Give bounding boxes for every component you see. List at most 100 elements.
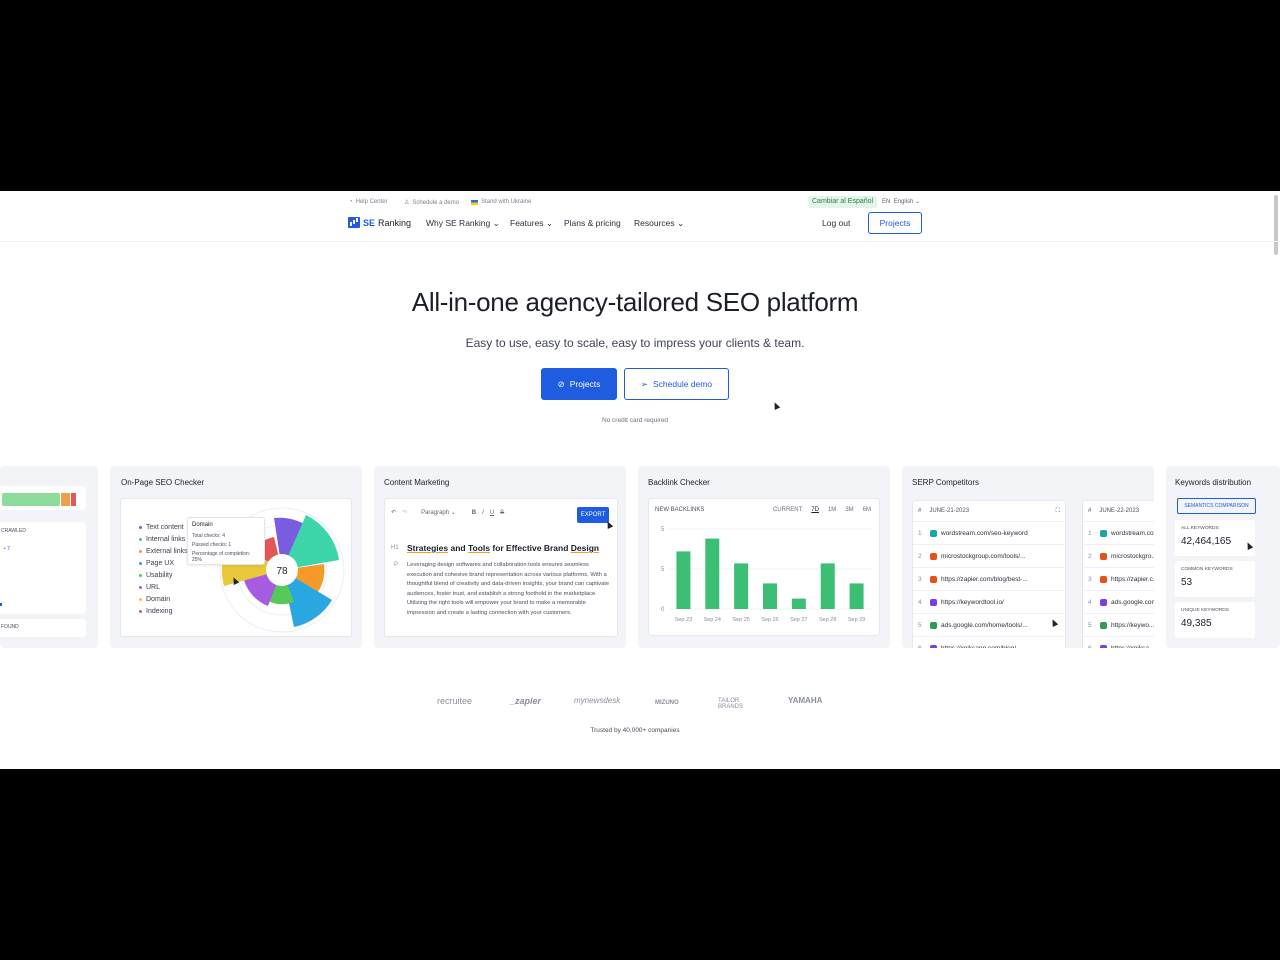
list-item: Usability: [139, 569, 188, 581]
logo-tailor-brands: TAILOR BRANDS: [718, 698, 744, 710]
bar-3: [763, 583, 777, 609]
schedule-demo-link[interactable]: ♙ Schedule a demo: [404, 199, 459, 207]
bar-2: [734, 563, 749, 609]
nav-why-se-ranking[interactable]: Why SE Ranking ⌄: [426, 218, 500, 229]
bar-0: [676, 551, 691, 609]
rank-number: 1: [918, 529, 922, 537]
rank-number: 4: [1088, 598, 1092, 606]
card-title: SERP Competitors: [912, 478, 979, 487]
card-site-audit[interactable]: CRAWLED • 7 FOUND: [0, 466, 98, 648]
serp-rows: 1 wordstream.com 2 microstockgro... 3 https:/…: [1083, 522, 1154, 648]
schedule-demo-button[interactable]: ➢ Schedule demo: [624, 368, 729, 400]
site-url: ads.google.com: [1111, 598, 1154, 606]
undo-icon[interactable]: ↶: [391, 509, 396, 516]
h1-tag: H1: [391, 545, 399, 551]
logout-link[interactable]: Log out: [822, 218, 850, 228]
serp-row[interactable]: 6 https://xpiksa...: [1083, 637, 1154, 648]
rank-number: 4: [918, 598, 922, 606]
cambiar-espanol-link[interactable]: Cambiar al Español: [808, 196, 878, 208]
mouse-cursor-icon: [604, 520, 614, 529]
serp-row[interactable]: 5 ads.google.com/home/tools/...: [913, 614, 1065, 637]
chevron-down-icon: ⌄: [677, 218, 685, 228]
logo-zapier: _zapier: [510, 696, 542, 706]
client-logos: recruitee _zapier mynewsdesk MIZUNO TAIL…: [0, 691, 1280, 715]
language-selector[interactable]: EN English ⌄: [882, 198, 920, 205]
underline-icon[interactable]: U: [490, 510, 494, 516]
serp-row[interactable]: 3 https://zapier.com/blog/best-...: [913, 568, 1065, 591]
new-backlinks-label: NEW BACKLINKS: [655, 507, 705, 513]
backlinks-bar-chart: 0 5 5 Sep 23 Sep 24 Sep 25 Sep 26 Sep 27 Sep 28 S…: [661, 527, 871, 623]
expand-icon[interactable]: ⛶: [1056, 508, 1060, 515]
serp-row[interactable]: 4 https://keywordtool.io/: [913, 591, 1065, 614]
serp-row[interactable]: 5 https://keywo...: [1083, 614, 1154, 637]
chevron-down-icon: ⌄: [492, 218, 500, 228]
site-url: ads.google.com/home/tools/...: [941, 621, 1028, 629]
tab-6m[interactable]: 6M: [863, 507, 871, 513]
redo-icon[interactable]: ↷: [402, 509, 407, 516]
card-on-page-seo-checker[interactable]: On-Page SEO Checker Text content Interna…: [110, 466, 362, 648]
strikethrough-icon[interactable]: S: [500, 510, 504, 516]
chevron-down-icon: ⌄: [545, 218, 554, 228]
projects-button[interactable]: ⊘ Projects: [541, 368, 617, 400]
site-url: https://xpiksa...: [1111, 644, 1154, 649]
tab-7d[interactable]: 7D: [811, 507, 819, 513]
card-serp-competitors[interactable]: SERP Competitors # JUNE-21-2023 ⛶ 1 words…: [902, 466, 1154, 648]
x-tick-label: Sep 25: [732, 617, 749, 623]
serp-row[interactable]: 6 https://xpiksapp.com/blog/...: [913, 637, 1065, 648]
serp-row[interactable]: 4 ads.google.com: [1083, 591, 1154, 614]
site-favicon-icon: [1100, 598, 1107, 606]
list-item: External links: [139, 545, 188, 557]
site-url: https://keywo...: [1111, 621, 1154, 629]
card-keywords-distribution[interactable]: Keywords distribution SEMANTICS COMPARIS…: [1166, 466, 1280, 648]
help-center-link[interactable]: ◔ Help Center: [349, 199, 388, 205]
y-tick-label: 5: [661, 527, 665, 533]
tab-current[interactable]: CURRENT: [773, 507, 802, 513]
paragraph-select[interactable]: Paragraph ⌄: [421, 509, 456, 516]
serp-row[interactable]: 2 microstockgroup.com/tools/...: [913, 545, 1065, 568]
backlink-panel: NEW BACKLINKS CURRENT 7D 1M 3M 6M 0 5 5 Sep…: [648, 498, 880, 636]
nav-resources[interactable]: Resources ⌄: [634, 218, 684, 229]
site-favicon-icon: [1100, 575, 1107, 583]
nav-plans-pricing[interactable]: Plans & pricing: [564, 218, 621, 228]
tab-3m[interactable]: 3M: [845, 507, 853, 513]
bar-6: [849, 583, 864, 609]
serp-row[interactable]: 1 wordstream.com: [1083, 522, 1154, 545]
site-url: https://zapier.c...: [1111, 575, 1154, 583]
serp-row[interactable]: 3 https://zapier.c...: [1083, 568, 1154, 591]
audit-crawled-panel: CRAWLED • 7: [0, 522, 86, 614]
rank-number: 3: [918, 575, 922, 583]
serp-row[interactable]: 1 wordstream.com/seo-keyword: [913, 522, 1065, 545]
semantics-comparison-button[interactable]: SEMANTICS COMPARISON: [1177, 498, 1256, 514]
card-backlink-checker[interactable]: Backlink Checker NEW BACKLINKS CURRENT 7…: [638, 466, 890, 648]
site-url: wordstream.com/seo-keyword: [941, 529, 1028, 537]
rank-number: 2: [918, 552, 922, 560]
audit-red-bar: [71, 493, 76, 506]
bold-icon[interactable]: B: [472, 510, 476, 516]
nav-features[interactable]: Features ⌄: [510, 218, 553, 229]
site-url: microstockgroup.com/tools/...: [941, 552, 1026, 560]
hero-title: All-in-one agency-tailored SEO platform: [411, 287, 859, 317]
x-tick-label: Sep 29: [848, 617, 865, 623]
chevron-down-icon: ⌄: [915, 199, 921, 205]
ukraine-link[interactable]: Stand with Ukraine: [471, 199, 531, 205]
y-tick-label: 5: [661, 567, 665, 573]
nav-projects-button[interactable]: Projects: [868, 212, 922, 234]
logo-mynewsdesk: mynewsdesk: [574, 696, 621, 705]
content-editor: ↶ ↷ Paragraph ⌄ B I U S EXPORT H1 P Stra…: [384, 498, 618, 637]
site-favicon-icon: [1100, 529, 1107, 537]
list-item: URL: [139, 581, 188, 593]
serp-header: # JUNE-22-2023: [1083, 501, 1154, 522]
italic-icon[interactable]: I: [482, 510, 484, 516]
user-icon: ♙: [404, 200, 410, 206]
export-button[interactable]: EXPORT: [577, 507, 609, 523]
tab-1m[interactable]: 1M: [828, 507, 836, 513]
list-item: Text content: [139, 521, 188, 533]
site-favicon-icon: [1100, 644, 1107, 648]
paper-plane-icon: ➢: [640, 378, 649, 389]
editor-heading: Strategies and Tools for Effective Brand…: [407, 543, 600, 553]
card-title: On-Page SEO Checker: [121, 478, 205, 487]
serp-row[interactable]: 2 microstockgro...: [1083, 545, 1154, 568]
no-credit-card-note: No credit card required: [601, 417, 669, 424]
se-ranking-logo[interactable]: SE Ranking: [348, 217, 411, 228]
card-content-marketing[interactable]: Content Marketing ↶ ↷ Paragraph ⌄ B I U …: [374, 466, 626, 648]
